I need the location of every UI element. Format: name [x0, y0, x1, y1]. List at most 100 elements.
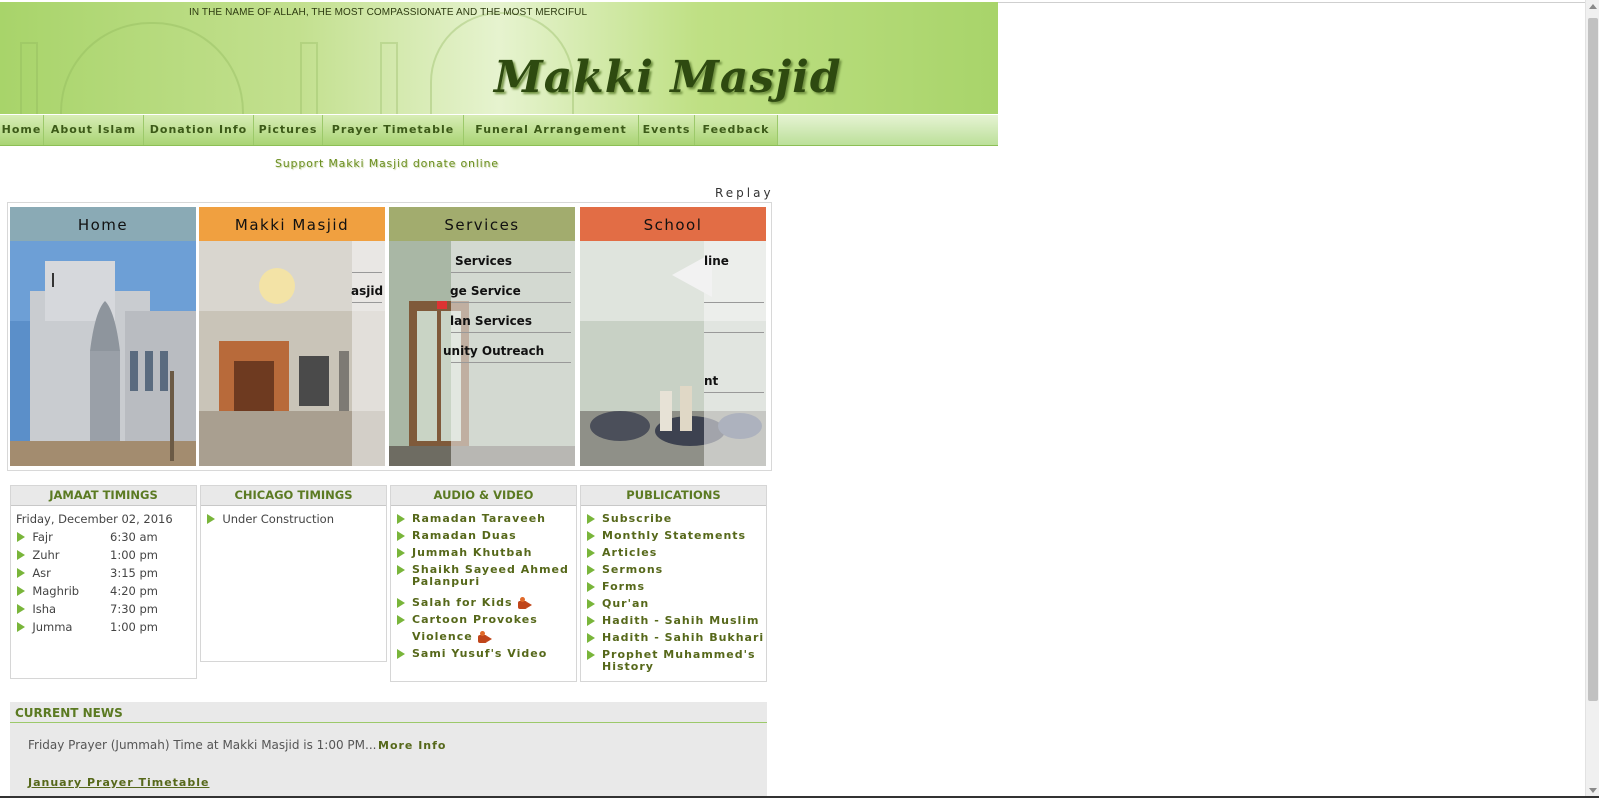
audio-link[interactable]: Sami Yusuf's Video — [397, 647, 547, 660]
link-label[interactable]: Articles — [602, 546, 657, 559]
bullet-icon — [17, 622, 25, 632]
audio-link[interactable]: Salah for Kids — [397, 596, 532, 609]
bullet-icon — [587, 650, 595, 660]
news-text: Friday Prayer (Jummah) Time at Makki Mas… — [28, 738, 377, 752]
nav-prayer-timetable[interactable]: Prayer Timetable — [323, 115, 464, 145]
bullet-icon — [17, 568, 25, 578]
replay-button[interactable]: Replay — [715, 186, 774, 200]
divider — [998, 2, 1585, 3]
scrollbar-thumb[interactable] — [1588, 18, 1598, 701]
site-logo[interactable]: Makki Masjid — [494, 52, 842, 103]
link-label[interactable]: Qur'an — [602, 597, 649, 610]
panel-link[interactable]: ge Service — [450, 284, 521, 298]
menu-divider — [352, 302, 382, 303]
decorative-column — [20, 42, 38, 114]
publication-link[interactable]: Hadith - Sahih Muslim — [587, 614, 760, 627]
menu-divider — [451, 302, 571, 303]
nav-about-islam[interactable]: About Islam — [44, 115, 144, 145]
scroll-up-icon[interactable] — [1589, 4, 1597, 9]
video-camera-icon — [517, 597, 532, 609]
box-title: CHICAGO TIMINGS — [201, 486, 386, 506]
panel-title: School — [580, 207, 766, 241]
audio-link[interactable]: Ramadan Duas — [397, 529, 517, 542]
bullet-icon — [397, 598, 405, 608]
bullet-icon — [587, 548, 595, 558]
bullet-icon — [397, 514, 405, 524]
link-label[interactable]: Cartoon Provokes — [412, 613, 538, 626]
menu-divider — [352, 272, 382, 273]
panel-title: Makki Masjid — [199, 207, 385, 241]
panel-home[interactable]: Home — [10, 207, 196, 467]
prayer-row: Fajr — [17, 530, 53, 544]
donate-online-link[interactable]: Support Makki Masjid donate online — [275, 157, 499, 170]
panel-services[interactable]: Services Services ge Service lan Service… — [389, 207, 575, 467]
panel-link[interactable]: unity Outreach — [443, 344, 544, 358]
publication-link[interactable]: Monthly Statements — [587, 529, 746, 542]
audio-link-cont[interactable]: Violence — [412, 631, 492, 643]
panel-link[interactable]: Services — [455, 254, 512, 268]
publication-link[interactable]: Hadith - Sahih Bukhari — [587, 631, 764, 644]
bullet-icon — [397, 649, 405, 659]
link-label[interactable]: Ramadan Taraveeh — [412, 512, 546, 525]
more-info-link[interactable]: More Info — [378, 739, 447, 752]
publication-link[interactable]: Articles — [587, 546, 657, 559]
audio-video-box: AUDIO & VIDEO Ramadan Taraveeh Ramadan D… — [390, 485, 577, 682]
panel-school[interactable]: School line nt — [580, 207, 766, 467]
prayer-time: 7:30 pm — [110, 602, 158, 616]
nav-pictures[interactable]: Pictures — [254, 115, 323, 145]
prayer-row: Jumma — [17, 620, 72, 634]
link-label[interactable]: Subscribe — [602, 512, 672, 525]
link-label[interactable]: Monthly Statements — [602, 529, 746, 542]
panel-link[interactable]: nt — [704, 374, 718, 388]
nav-events[interactable]: Events — [639, 115, 695, 145]
link-label[interactable]: Sami Yusuf's Video — [412, 647, 547, 660]
bullet-icon — [587, 514, 595, 524]
prayer-name: Fajr — [32, 530, 53, 544]
bullet-icon — [397, 565, 405, 575]
current-news: CURRENT NEWS Friday Prayer (Jummah) Time… — [10, 702, 767, 798]
january-timetable-link[interactable]: January Prayer Timetable — [28, 776, 209, 789]
publication-link[interactable]: Subscribe — [587, 512, 672, 525]
link-label[interactable]: Ramadan Duas — [412, 529, 517, 542]
link-label[interactable]: Jummah Khutbah — [412, 546, 533, 559]
nav-home[interactable]: Home — [0, 115, 44, 145]
link-label[interactable]: Hadith - Sahih Muslim — [602, 614, 760, 627]
prayer-row: Zuhr — [17, 548, 60, 562]
nav-feedback[interactable]: Feedback — [695, 115, 778, 145]
page: IN THE NAME OF ALLAH, THE MOST COMPASSIO… — [0, 0, 1585, 798]
panel-makki-masjid[interactable]: Makki Masjid asjid — [199, 207, 385, 467]
menu-divider — [451, 332, 571, 333]
publication-link[interactable]: Sermons — [587, 563, 663, 576]
prayer-name: Isha — [32, 602, 57, 616]
nav-filler — [778, 115, 998, 145]
link-label[interactable]: Forms — [602, 580, 645, 593]
link-label[interactable]: Violence — [412, 630, 473, 643]
nav-funeral-arrangement[interactable]: Funeral Arrangement — [464, 115, 639, 145]
bullet-icon — [397, 615, 405, 625]
main-nav: Home About Islam Donation Info Pictures … — [0, 115, 998, 146]
audio-link[interactable]: Jummah Khutbah — [397, 546, 533, 559]
menu-divider — [451, 272, 571, 273]
prayer-time: 3:15 pm — [110, 566, 158, 580]
link-label[interactable]: Salah for Kids — [412, 596, 513, 609]
panel-link[interactable]: line — [704, 254, 729, 268]
audio-link-cont[interactable]: Palanpuri — [412, 576, 480, 588]
menu-divider — [704, 302, 764, 303]
link-label[interactable]: Hadith - Sahih Bukhari — [602, 631, 764, 644]
nav-donation-info[interactable]: Donation Info — [144, 115, 254, 145]
jamaat-timings-box: JAMAAT TIMINGS Friday, December 02, 2016… — [10, 485, 197, 679]
vertical-scrollbar[interactable] — [1585, 0, 1599, 798]
decorative-arch — [60, 22, 244, 114]
publication-link[interactable]: Qur'an — [587, 597, 649, 610]
bullet-icon — [397, 548, 405, 558]
audio-link[interactable]: Ramadan Taraveeh — [397, 512, 546, 525]
scroll-down-icon[interactable] — [1589, 788, 1597, 793]
audio-link[interactable]: Cartoon Provokes — [397, 613, 538, 626]
publication-link-cont[interactable]: History — [602, 661, 654, 673]
box-title: PUBLICATIONS — [581, 486, 766, 506]
panel-link[interactable]: lan Services — [450, 314, 532, 328]
publication-link[interactable]: Forms — [587, 580, 645, 593]
publications-box: PUBLICATIONS Subscribe Monthly Statement… — [580, 485, 767, 682]
panel-link[interactable]: asjid — [351, 284, 383, 298]
link-label[interactable]: Sermons — [602, 563, 663, 576]
